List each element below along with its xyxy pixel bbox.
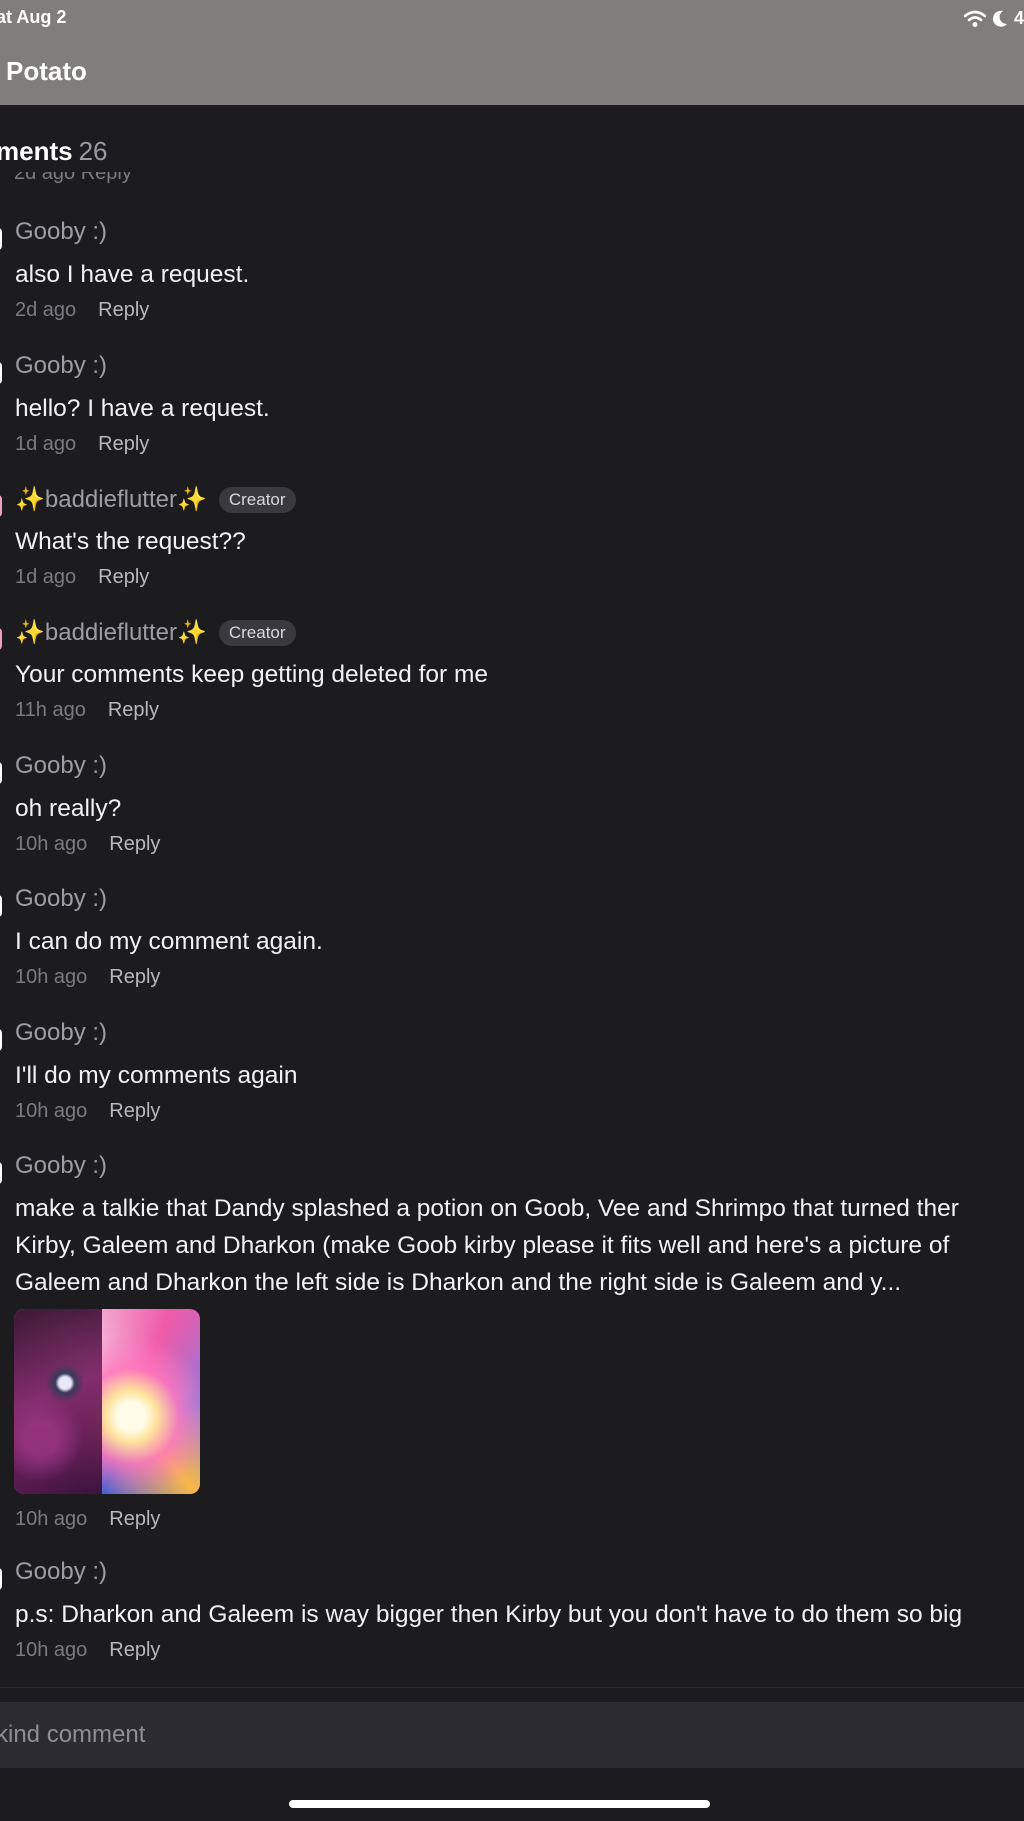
avatar[interactable] [0,1029,2,1051]
comment-timestamp: 2d ago [15,299,77,321]
reply-button[interactable]: Reply [109,966,160,988]
comment-text: hello? I have a request. [15,390,270,427]
comment-author[interactable]: ✨baddieflutter✨ [15,618,207,647]
comment-author[interactable]: Gooby :) [15,1152,107,1180]
author-line: Gooby :) [15,1558,107,1586]
clipped-comment-meta-text: 2d ago Reply [14,172,132,184]
comment-text-line: hello? I have a request. [15,395,270,422]
comment-text-line: What's the request?? [15,528,246,555]
comment-author[interactable]: ✨baddieflutter✨ [15,485,207,514]
avatar[interactable] [0,362,2,384]
comment-timestamp: 1d ago [15,566,77,588]
avatar[interactable] [0,1162,2,1184]
reply-button[interactable]: Reply [108,699,159,721]
comment-meta: 1d ago Reply [15,433,149,456]
author-line: Gooby :) [15,1152,107,1180]
comment-text: I'll do my comments again [15,1057,297,1094]
comment-timestamp: 10h ago [15,966,88,988]
comment-author[interactable]: Gooby :) [15,1558,107,1586]
comment-author[interactable]: Gooby :) [15,1019,107,1047]
comment-meta: 10h ago Reply [15,833,160,856]
avatar[interactable] [0,762,2,784]
avatar[interactable] [0,495,2,517]
comment-text: oh really? [15,790,121,827]
comments-heading-label: ments [0,136,73,166]
comments-count: 26 [78,136,108,166]
comment-meta: 11h ago Reply [15,699,159,722]
comment-text-line: Kirby, Galeem and Dharkon (make Goob kir… [15,1232,950,1259]
comment-meta: 1d ago Reply [15,566,149,589]
comment-timestamp: 11h ago [15,699,86,721]
home-indicator[interactable] [289,1800,710,1808]
reply-button[interactable]: Reply [109,1508,160,1530]
comment-text-line: Galeem and Dharkon the left side is Dhar… [15,1269,902,1296]
creator-badge: Creator [218,486,296,513]
comment-timestamp: 10h ago [15,1639,88,1661]
comment-author[interactable]: Gooby :) [15,752,107,780]
comment-timestamp: 10h ago [15,833,88,855]
reply-button[interactable]: Reply [109,1100,160,1122]
comment-meta: 10h ago Reply [15,1639,160,1662]
comment-meta: 10h ago Reply [15,1508,160,1531]
comment-author[interactable]: Gooby :) [15,352,107,380]
comment-input-placeholder[interactable]: kind comment [0,1721,145,1749]
avatar[interactable] [0,228,2,250]
comment-text: p.s: Dharkon and Galeem is way bigger th… [15,1596,962,1633]
page-title[interactable]: Potato [6,56,87,87]
comment-text: Your comments keep getting deleted for m… [15,656,488,693]
comment-meta: 10h ago Reply [15,966,160,989]
author-line: Gooby :) [15,1019,107,1047]
comment-text: also I have a request. [15,256,249,293]
status-icons: 4 [963,8,1024,29]
comment-author[interactable]: Gooby :) [15,218,107,246]
reply-button[interactable]: Reply [98,566,149,588]
comment-text: What's the request?? [15,523,246,560]
comment-text-line: also I have a request. [15,261,250,288]
author-line: ✨baddieflutter✨ Creator [15,485,296,514]
comment-image-left-half [14,1309,102,1494]
comment-text: make a talkie that Dandy splashed a poti… [15,1190,959,1301]
divider [0,1687,1024,1688]
comment-image[interactable] [14,1309,200,1494]
author-line: Gooby :) [15,352,107,380]
comment-text-line: oh really? [15,795,122,822]
moon-icon [992,10,1007,27]
comment-meta: 10h ago Reply [15,1100,160,1123]
author-line: Gooby :) [15,885,107,913]
reply-button[interactable]: Reply [98,299,149,321]
comment-timestamp: 1d ago [15,433,77,455]
battery-percentage: 4 [1013,8,1024,28]
comment-text-line: p.s: Dharkon and Galeem is way bigger th… [15,1601,963,1628]
comment-author[interactable]: Gooby :) [15,885,107,913]
comment-meta: 2d ago Reply [15,299,149,322]
reply-button[interactable]: Reply [109,1639,160,1661]
comment-text-line: I can do my comment again. [15,928,323,955]
creator-badge: Creator [218,619,296,646]
comment-text-line: Your comments keep getting deleted for m… [15,661,489,688]
avatar[interactable] [0,628,2,650]
comment-timestamp: 10h ago [15,1100,88,1122]
author-line: ✨baddieflutter✨ Creator [15,618,296,647]
comment-text: I can do my comment again. [15,923,323,960]
comment-input-bar[interactable]: kind comment [0,1702,1024,1768]
wifi-icon [963,10,986,27]
comment-text-line: I'll do my comments again [15,1062,298,1089]
author-line: Gooby :) [15,752,107,780]
reply-button[interactable]: Reply [109,833,160,855]
comment-timestamp: 10h ago [15,1508,88,1530]
avatar[interactable] [0,1568,2,1590]
reply-button[interactable]: Reply [98,433,149,455]
comment-text-line: make a talkie that Dandy splashed a poti… [15,1195,959,1222]
author-line: Gooby :) [15,218,107,246]
comments-heading: ments 26 [0,136,108,167]
status-date: at Aug 2 [0,7,67,27]
avatar[interactable] [0,895,2,917]
top-bar: at Aug 2 4 Potato [0,0,1024,105]
clipped-comment-meta: 2d ago Reply [14,172,214,186]
